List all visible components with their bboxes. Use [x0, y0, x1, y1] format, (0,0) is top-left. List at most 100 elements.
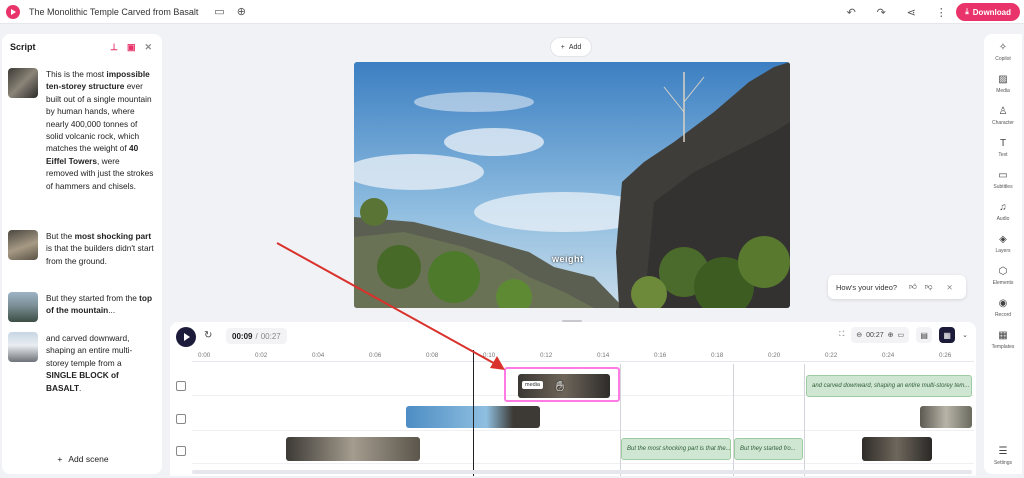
rail-item-subtitles[interactable]: ▭ Subtitles — [984, 170, 1022, 190]
feedback-question: How's your video? — [836, 282, 898, 292]
globe-icon[interactable]: ⊕ — [234, 5, 248, 19]
rail-item-label: Record — [994, 312, 1012, 318]
scene-text[interactable]: This is the most impossible ten-storey s… — [46, 68, 154, 192]
ruler-tick-label: 0:00 — [198, 352, 211, 359]
scene-thumbnail[interactable] — [8, 332, 38, 362]
ruler-tick-label: 0:14 — [597, 352, 610, 359]
redo-icon[interactable]: ↷ — [874, 5, 888, 19]
add-scene-label: Add scene — [68, 454, 109, 464]
ruler-tick-label: 0:22 — [825, 352, 838, 359]
dock-icon[interactable]: ▣ — [127, 42, 136, 53]
media-clip[interactable] — [920, 406, 972, 428]
undo-icon[interactable]: ↶ — [844, 5, 858, 19]
project-title[interactable]: The Monolithic Temple Carved from Basalt — [29, 7, 198, 17]
timeline-scrollbar[interactable] — [192, 470, 972, 474]
rail-item-text[interactable]: T Text — [984, 138, 1022, 158]
rail-item-audio[interactable]: ♫ Audio — [984, 202, 1022, 222]
image-icon: ▨ — [998, 74, 1008, 85]
close-icon[interactable]: ✕ — [144, 42, 152, 53]
scene-item[interactable]: and carved downward, shaping an entire m… — [8, 332, 154, 394]
pin-icon[interactable]: ⊥ — [110, 42, 118, 53]
video-preview[interactable] — [354, 62, 790, 308]
timecode: 00:09 / 00:27 — [226, 328, 287, 344]
add-scene-button[interactable]: + Add scene — [12, 449, 154, 469]
rail-item-record[interactable]: ◉ Record — [984, 298, 1022, 318]
right-tool-rail: ✧ Copilot ▨ Media ♙ Character T Text ▭ Subtitles ♫… — [984, 34, 1022, 474]
rail-item-templates[interactable]: ▦ Templates — [984, 330, 1022, 350]
thumbs-down-icon[interactable]: 👎︎ — [925, 282, 933, 292]
scene-divider — [804, 364, 805, 476]
person-icon: ♙ — [998, 106, 1008, 117]
scene-thumbnail[interactable] — [8, 68, 38, 98]
app-logo-icon[interactable] — [6, 4, 20, 19]
text-clip[interactable]: But the most shocking part is that the..… — [621, 438, 731, 460]
ruler-tick-label: 0:16 — [654, 352, 667, 359]
download-button[interactable]: ⤓ Download — [956, 3, 1020, 21]
playhead[interactable] — [473, 350, 474, 476]
current-time: 00:09 — [232, 331, 253, 341]
media-clip[interactable] — [286, 437, 420, 461]
share-icon[interactable]: ⋖ — [904, 5, 918, 19]
plus-icon: + — [57, 454, 63, 464]
rail-item-label: Copilot — [995, 56, 1011, 62]
sparkle-icon: ✧ — [998, 42, 1008, 53]
track-view-icon: ▤ — [920, 330, 928, 340]
more-menu-icon[interactable]: ⋮ — [934, 5, 948, 19]
media-clip[interactable] — [862, 437, 932, 461]
rail-item-label: Elements — [992, 280, 1014, 286]
sliders-icon: ☰ — [998, 446, 1008, 457]
top-bar: The Monolithic Temple Carved from Basalt… — [0, 0, 1024, 24]
rail-item-label: Settings — [993, 460, 1013, 466]
zoom-value: 00:27 — [866, 331, 884, 339]
image-track-icon — [176, 414, 186, 424]
track-row — [192, 399, 974, 431]
zoom-in-icon[interactable]: ⊕ — [888, 331, 894, 339]
text-clip[interactable]: But they started fro... — [734, 438, 803, 460]
ruler-tick-label: 0:26 — [939, 352, 952, 359]
rail-item-label: Audio — [996, 216, 1010, 222]
scene-text[interactable]: But they started from the top of the mou… — [46, 292, 154, 322]
total-time: 00:27 — [260, 331, 281, 341]
scene-text[interactable]: But the most shocking part is that the b… — [46, 230, 154, 267]
replay-icon[interactable]: ↻ — [204, 330, 212, 341]
layers-icon: ◈ — [999, 234, 1007, 245]
fit-screen-icon[interactable]: ⛶ — [839, 331, 844, 339]
grid-icon: ▦ — [998, 330, 1008, 341]
chevron-down-icon[interactable]: ⌄ — [962, 331, 968, 339]
ruler-tick-label: 0:24 — [882, 352, 895, 359]
timeline-ruler[interactable]: 0:00 0:02 0:04 0:06 0:08 0:10 0:12 0:14 0:16 0:18… — [192, 350, 974, 362]
scene-text[interactable]: and carved downward, shaping an entire m… — [46, 332, 154, 394]
zoom-out-icon[interactable]: ⊖ — [856, 331, 862, 339]
rail-item-label: Character — [992, 120, 1014, 126]
record-icon: ◉ — [998, 298, 1008, 309]
script-panel: Script ⊥ ▣ ✕ This is the most impossible… — [2, 34, 162, 474]
rail-item-layers[interactable]: ◈ Layers — [984, 234, 1022, 254]
text-clip[interactable]: and carved downward, shaping an entire m… — [806, 375, 972, 397]
scene-item[interactable]: But they started from the top of the mou… — [8, 292, 154, 322]
scene-item[interactable]: This is the most impossible ten-storey s… — [8, 68, 154, 192]
rail-item-settings[interactable]: ☰ Settings — [984, 446, 1022, 466]
rail-item-elements[interactable]: ⬡ Elements — [984, 266, 1022, 286]
scene-item[interactable]: But the most shocking part is that the b… — [8, 230, 154, 267]
close-icon[interactable]: ✕ — [947, 283, 953, 292]
rail-item-media[interactable]: ▨ Media — [984, 74, 1022, 94]
shapes-icon: ⬡ — [998, 266, 1008, 277]
rail-item-copilot[interactable]: ✧ Copilot — [984, 42, 1022, 62]
subtitles-icon: ▭ — [998, 170, 1008, 181]
add-element-button[interactable]: + Add — [551, 38, 591, 56]
ruler-tick-label: 0:20 — [768, 352, 781, 359]
storyboard-view-button[interactable]: ▦ — [939, 327, 956, 343]
thumbs-up-icon[interactable]: 👍︎ — [909, 282, 917, 292]
plus-icon: + — [560, 43, 565, 51]
text-icon: T — [999, 138, 1007, 149]
image-track-icon — [176, 381, 186, 391]
play-button[interactable] — [176, 327, 196, 347]
rail-item-label: Media — [996, 88, 1010, 94]
zoom-control: ⊖ 00:27 ⊕ ▭ — [851, 327, 910, 343]
track-view-button[interactable]: ▤ — [916, 327, 933, 343]
fit-icon[interactable]: ▭ — [898, 331, 905, 339]
scene-thumbnail[interactable] — [8, 230, 38, 260]
aspect-ratio-icon[interactable]: ▭ — [212, 5, 226, 19]
rail-item-character[interactable]: ♙ Character — [984, 106, 1022, 126]
scene-thumbnail[interactable] — [8, 292, 38, 322]
